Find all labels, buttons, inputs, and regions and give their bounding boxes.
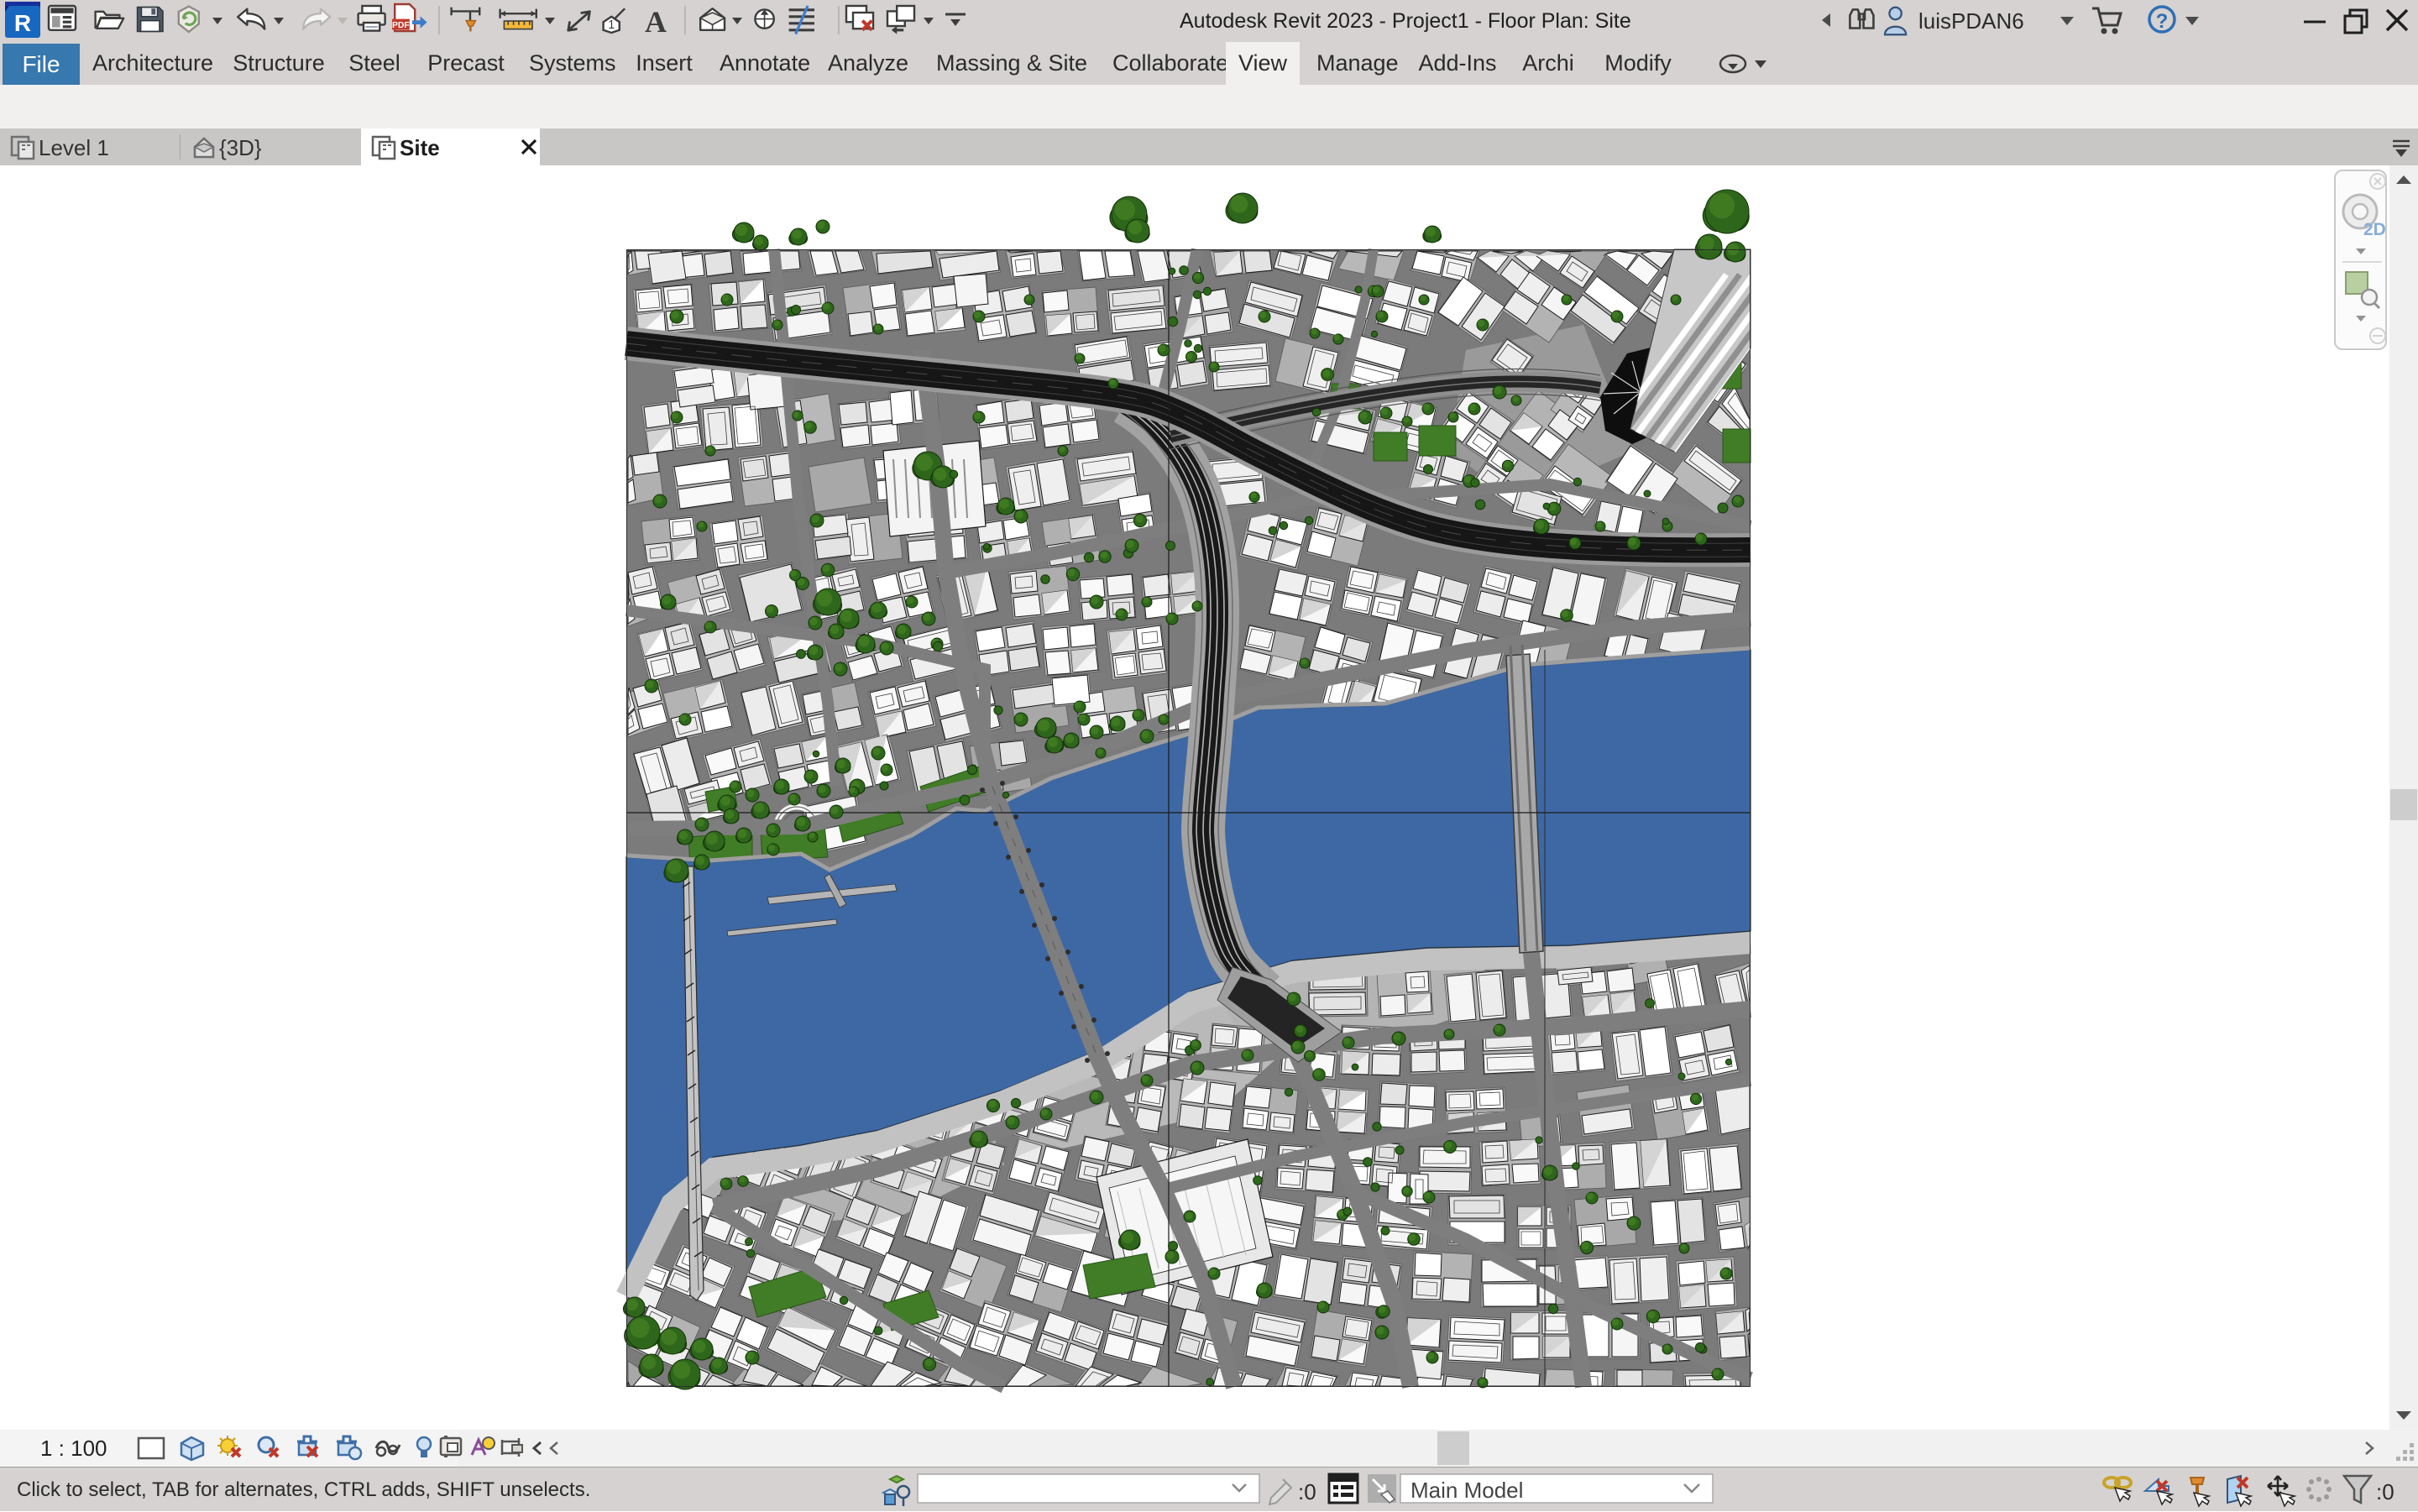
- svg-text:Main Model: Main Model: [1410, 1478, 1523, 1503]
- svg-text:PDF: PDF: [392, 21, 410, 30]
- svg-text:?: ?: [2156, 10, 2169, 33]
- svg-text:1 : 100: 1 : 100: [40, 1436, 107, 1461]
- svg-text:2D: 2D: [2363, 220, 2386, 239]
- svg-text::0: :0: [1298, 1479, 1316, 1504]
- svg-text:1: 1: [608, 18, 615, 32]
- svg-text:R: R: [14, 10, 31, 36]
- svg-text:A: A: [645, 5, 667, 39]
- svg-text:luisPDAN6: luisPDAN6: [1918, 8, 2024, 34]
- svg-text::0: :0: [2376, 1479, 2394, 1504]
